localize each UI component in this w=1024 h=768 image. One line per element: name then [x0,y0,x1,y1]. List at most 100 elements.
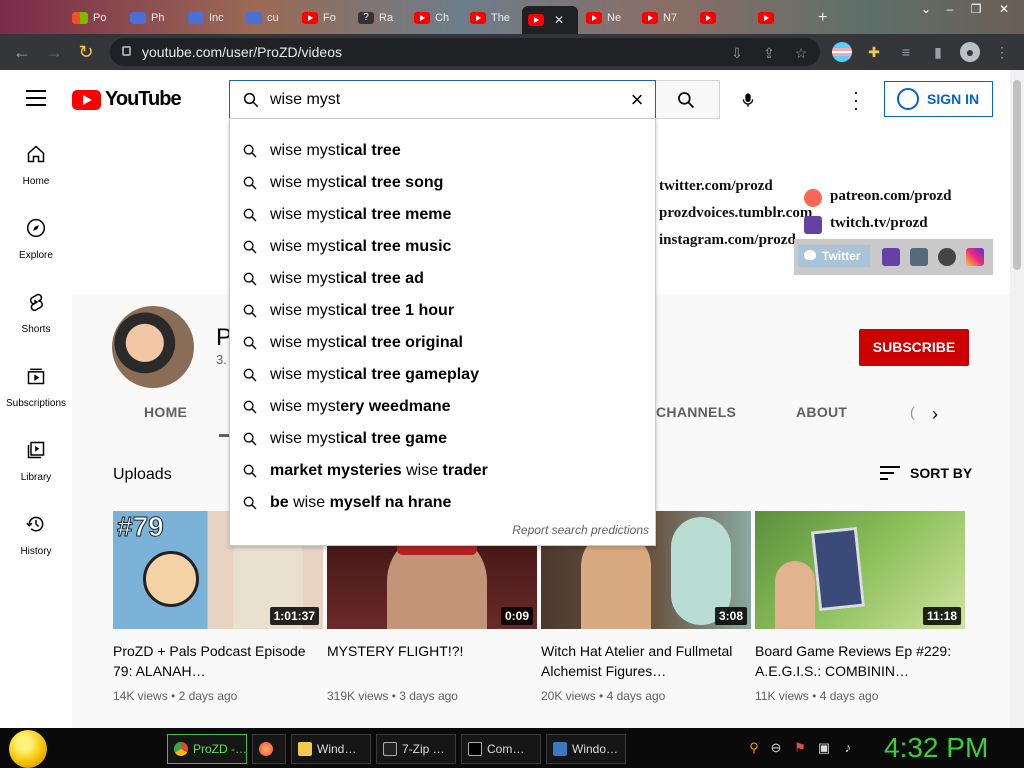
sidebar-item-history[interactable]: History [0,496,72,570]
taskbar-item-command-prompt[interactable]: Com… [461,734,541,764]
search-icon [243,144,257,158]
volume-icon[interactable]: ♪ [840,740,856,756]
instagram-icon[interactable] [966,248,984,266]
more-options-icon[interactable]: · · · [848,83,864,117]
browser-toolbar: ← → ↻ youtube.com/user/ProZD/videos ⇩ ⇪ … [0,34,1024,70]
hamburger-menu-icon[interactable] [26,90,46,106]
flag-icon[interactable]: ⚑ [792,740,808,756]
start-button-smiley-icon[interactable] [9,730,47,768]
share-icon[interactable]: ⇪ [760,44,778,62]
browser-tab[interactable]: Ph [124,6,172,30]
minimize-icon[interactable]: – [936,0,964,20]
video-title[interactable]: Witch Hat Atelier and Fullmetal Alchemis… [541,641,751,681]
back-icon[interactable]: ← [10,40,34,64]
extension-puzzle-icon[interactable]: ✚ [864,42,884,62]
page-scrollbar[interactable] [1010,70,1024,728]
browser-tab[interactable]: cu [240,6,288,30]
search-tray-icon[interactable]: ⚲ [746,740,762,756]
search-suggestion[interactable]: wise mystical tree gameplay [230,359,655,391]
browser-tab[interactable]: Inc [182,6,230,30]
browser-tab[interactable] [752,6,800,30]
youtube-icon [414,12,430,24]
browser-tab[interactable]: The [464,6,512,30]
browser-tab[interactable]: Po [66,6,114,30]
sidebar-item-explore[interactable]: Explore [0,200,72,274]
browser-tab[interactable]: Ne [580,6,628,30]
search-suggestion[interactable]: wise mystical tree song [230,167,655,199]
search-suggestion[interactable]: be wise myself na hrane [230,487,655,519]
forward-icon[interactable]: → [42,40,66,64]
minus-circle-icon[interactable]: ⊖ [768,740,784,756]
profile-avatar-icon[interactable]: ● [960,42,980,62]
taskbar-item-chrome[interactable]: ProZD -… [167,734,247,764]
youtube-icon [758,12,774,24]
tab-about[interactable]: ABOUT [796,404,847,420]
side-panel-icon[interactable]: ▮ [928,42,948,62]
reload-icon[interactable]: ↻ [74,40,98,64]
video-card[interactable]: 11:18 Board Game Reviews Ep #229: A.E.G.… [755,511,965,703]
browser-tab[interactable]: Fo [296,6,344,30]
new-tab-button[interactable]: + [812,6,836,30]
search-suggestion[interactable]: market mysteries wise trader [230,455,655,487]
network-icon[interactable]: ▣ [816,740,832,756]
tab-home[interactable]: HOME [144,404,187,420]
sidebar-item-subscriptions[interactable]: Subscriptions [0,348,72,422]
search-button[interactable] [656,80,720,119]
search-suggestion[interactable]: wise mystery weedmane [230,391,655,423]
sort-by-button[interactable]: SORT BY [880,465,972,481]
browser-tab[interactable]: N7 [636,6,684,30]
video-title[interactable]: Board Game Reviews Ep #229: A.E.G.I.S.: … [755,641,965,681]
cartoon-face-image [143,551,199,607]
search-input[interactable] [270,89,620,111]
browser-tab[interactable] [694,6,742,30]
restore-icon[interactable]: ❐ [962,0,990,20]
chevron-right-icon[interactable]: › [932,404,938,425]
channel-avatar[interactable] [112,306,194,388]
browser-tab[interactable]: Ch [408,6,456,30]
video-title[interactable]: ProZD + Pals Podcast Episode 79: ALANAH… [113,641,323,681]
address-bar[interactable]: youtube.com/user/ProZD/videos ⇩ ⇪ ☆ [110,38,820,66]
url-text[interactable]: youtube.com/user/ProZD/videos [142,44,342,60]
sidebar-item-library[interactable]: Library [0,422,72,496]
taskbar-item-windows[interactable]: Windo… [546,734,626,764]
taskbar-clock[interactable]: 4:32 PM [884,732,988,764]
video-title[interactable]: MYSTERY FLIGHT!?! [327,641,537,681]
report-search-predictions-link[interactable]: Report search predictions [512,523,649,537]
close-window-icon[interactable]: ✕ [990,0,1018,20]
browser-menu-icon[interactable]: ⋮ [992,42,1012,62]
sign-in-button[interactable]: SIGN IN [884,81,993,117]
voice-search-button[interactable] [730,82,766,118]
taskbar-item-firefox[interactable] [252,734,286,764]
search-suggestion[interactable]: wise mystical tree meme [230,199,655,231]
profile-flag-icon[interactable] [832,42,852,62]
sidebar-item-shorts[interactable]: Shorts [0,274,72,348]
episode-badge: #79 [117,511,165,543]
subscribe-button[interactable]: SUBSCRIBE [859,329,969,366]
taskbar-item-7zip[interactable]: 7-Zip … [376,734,456,764]
install-app-icon[interactable]: ⇩ [728,44,746,62]
avatar-link-icon[interactable] [910,248,928,266]
search-suggestion[interactable]: wise mystical tree [230,135,655,167]
search-box[interactable]: × [229,80,656,119]
media-playlist-icon[interactable]: ≡ [896,42,916,62]
guide-sidebar: Home Explore Shorts Subscriptions Librar… [0,126,72,728]
search-suggestion[interactable]: wise mystical tree 1 hour [230,295,655,327]
search-suggestion[interactable]: wise mystical tree ad [230,263,655,295]
youtube-logo[interactable]: YouTube [72,88,182,111]
clear-search-icon[interactable]: × [626,89,648,111]
scrollbar-thumb[interactable] [1013,80,1021,270]
sidebar-item-home[interactable]: Home [0,126,72,200]
search-suggestion[interactable]: wise mystical tree music [230,231,655,263]
twitch-icon[interactable] [882,248,900,266]
bookmark-star-icon[interactable]: ☆ [792,44,810,62]
search-suggestion[interactable]: wise mystical tree original [230,327,655,359]
taskbar-item-explorer[interactable]: Wind… [291,734,371,764]
browser-tab-active[interactable]: ✕ [522,6,578,34]
search-suggestion[interactable]: wise mystical tree game [230,423,655,455]
website-link-icon[interactable] [938,248,956,266]
tab-partial[interactable]: ( [910,404,915,420]
video-thumbnail[interactable]: 11:18 [755,511,965,629]
tab-channels[interactable]: CHANNELS [656,404,736,420]
close-tab-icon[interactable]: ✕ [554,13,564,27]
browser-tab[interactable]: ? Ra [352,6,400,30]
